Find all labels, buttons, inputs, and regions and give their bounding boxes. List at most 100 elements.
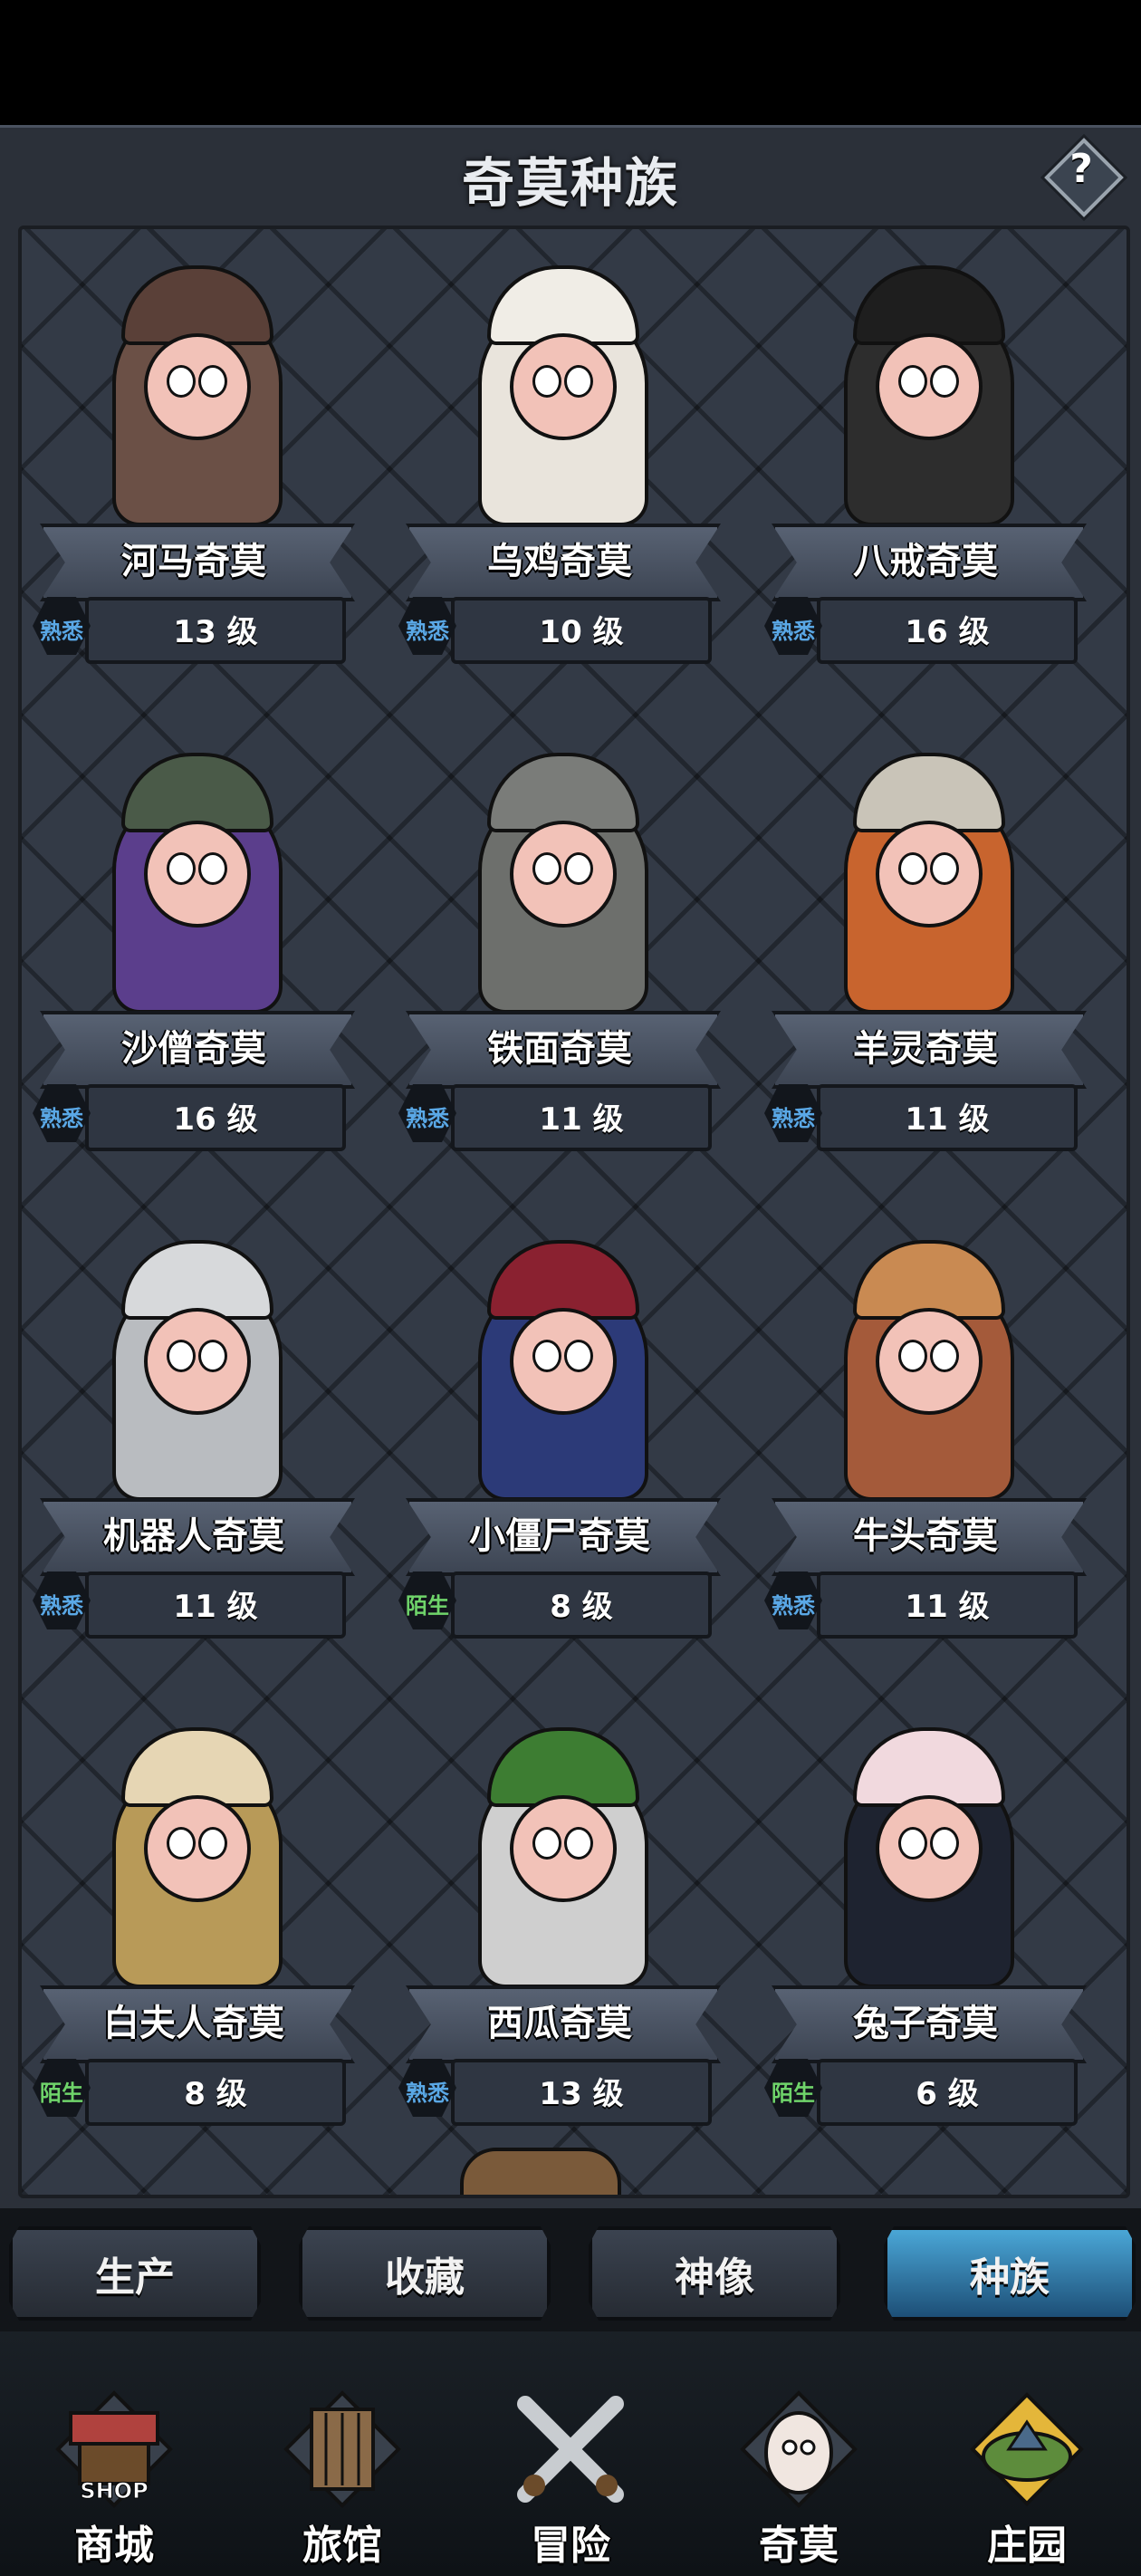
- tab-statue[interactable]: 神像: [589, 2226, 840, 2321]
- race-card[interactable]: 机器人奇莫 11 级 熟悉: [22, 1204, 366, 1639]
- character-eye: [532, 365, 561, 398]
- familiarity-label: 陌生: [40, 2081, 83, 2106]
- main-nav-bar: SHOP 商城 旅馆 冒险 奇莫 庄园: [0, 2331, 1141, 2576]
- help-button[interactable]: ?: [1044, 138, 1124, 217]
- race-card[interactable]: 八戒奇莫 16 级 熟悉: [753, 229, 1098, 664]
- nav-crossed-swords[interactable]: 冒险: [456, 2331, 685, 2576]
- familiarity-label: 熟悉: [772, 619, 815, 644]
- character-eye: [167, 365, 196, 398]
- character-face: [510, 333, 617, 440]
- character-eye: [198, 1340, 227, 1372]
- nav-label: 冒险: [531, 2523, 610, 2569]
- character-eye: [167, 1827, 196, 1860]
- race-name: 沙僧奇莫: [121, 1028, 266, 1070]
- familiarity-label: 陌生: [772, 2081, 815, 2106]
- character-eye: [898, 365, 927, 398]
- tab-label: 种族: [970, 2254, 1050, 2301]
- character-eye: [564, 852, 593, 885]
- race-card[interactable]: 小僵尸奇莫 8 级 陌生: [388, 1204, 732, 1639]
- familiarity-label: 熟悉: [40, 1593, 83, 1619]
- race-level: 11 级: [905, 1589, 990, 1625]
- tab-production[interactable]: 生产: [9, 2226, 261, 2321]
- race-card[interactable]: 羊灵奇莫 11 级 熟悉: [753, 716, 1098, 1151]
- nav-label: 奇莫: [759, 2523, 839, 2569]
- tab-race[interactable]: 种族: [884, 2226, 1136, 2321]
- race-level: 16 级: [905, 614, 990, 650]
- nav-qimo-character[interactable]: 奇莫: [685, 2331, 913, 2576]
- race-panel: 奇莫种族 ? 河马奇莫 13 级熟悉 乌鸡奇莫 10 级熟悉 八戒奇莫 16 级熟悉 沙僧奇…: [0, 125, 1141, 2211]
- character-portrait: [442, 1222, 677, 1501]
- character-eye: [198, 1827, 227, 1860]
- race-card[interactable]: 西瓜奇莫 13 级 熟悉: [388, 1691, 732, 2126]
- race-name: 兔子奇莫: [853, 2003, 998, 2044]
- character-portrait: [808, 735, 1043, 1014]
- character-eye: [930, 852, 959, 885]
- character-portrait: [442, 735, 677, 1014]
- character-portrait: [808, 1709, 1043, 1988]
- character-eye: [198, 852, 227, 885]
- character-portrait: [442, 1709, 677, 1988]
- familiarity-label: 熟悉: [40, 1106, 83, 1131]
- character-portrait: [442, 247, 677, 526]
- race-card[interactable]: 兔子奇莫 6 级 陌生: [753, 1691, 1098, 2126]
- race-level: 16 级: [173, 1101, 258, 1138]
- character-portrait: [76, 1222, 312, 1501]
- tab-label: 生产: [95, 2254, 175, 2301]
- page-title: 奇莫种族: [461, 152, 679, 214]
- help-icon: ?: [1069, 146, 1093, 192]
- tab-label: 神像: [675, 2254, 754, 2301]
- nav-shop[interactable]: SHOP 商城: [0, 2331, 228, 2576]
- character-portrait: [76, 247, 312, 526]
- character-eye: [930, 1827, 959, 1860]
- nav-manor-island[interactable]: 庄园: [913, 2331, 1141, 2576]
- character-portrait: [76, 735, 312, 1014]
- race-name: 乌鸡奇莫: [487, 541, 632, 582]
- character-face: [876, 1795, 983, 1902]
- race-grid: 河马奇莫 13 级熟悉 乌鸡奇莫 10 级熟悉 八戒奇莫 16 级熟悉 沙僧奇莫 16 级熟悉…: [18, 226, 1130, 2198]
- race-name: 机器人奇莫: [103, 1515, 284, 1557]
- character-face: [876, 333, 983, 440]
- character-eye: [898, 1827, 927, 1860]
- character-eye: [898, 852, 927, 885]
- race-level: 10 级: [539, 614, 624, 650]
- qimo-character-icon: [735, 2386, 862, 2513]
- nav-inn[interactable]: 旅馆: [228, 2331, 456, 2576]
- nav-label: 旅馆: [302, 2523, 382, 2569]
- character-face: [144, 821, 251, 928]
- race-name: 八戒奇莫: [853, 541, 998, 582]
- character-face: [510, 1795, 617, 1902]
- race-card[interactable]: 乌鸡奇莫 10 级 熟悉: [388, 229, 732, 664]
- race-name: 河马奇莫: [121, 541, 266, 582]
- familiarity-label: 熟悉: [772, 1593, 815, 1619]
- character-face: [144, 333, 251, 440]
- manor-island-icon: [964, 2386, 1090, 2513]
- race-card[interactable]: 铁面奇莫 11 级 熟悉: [388, 716, 732, 1151]
- character-eye: [930, 365, 959, 398]
- character-eye: [898, 1340, 927, 1372]
- character-portrait: [76, 1709, 312, 1988]
- race-level: 13 级: [539, 2076, 624, 2112]
- race-name: 牛头奇莫: [853, 1515, 998, 1557]
- race-level: 6 级: [916, 2076, 979, 2112]
- race-level: 8 级: [550, 1589, 613, 1625]
- character-eye: [167, 852, 196, 885]
- tab-collection[interactable]: 收藏: [299, 2226, 551, 2321]
- bottom-tab-bar: 生产 收藏 神像 种族: [0, 2208, 1141, 2331]
- race-card[interactable]: 牛头奇莫 11 级 熟悉: [753, 1204, 1098, 1639]
- race-card[interactable]: 沙僧奇莫 16 级 熟悉: [22, 716, 366, 1151]
- race-level: 8 级: [184, 2076, 247, 2112]
- character-eye: [564, 1827, 593, 1860]
- status-bar: [0, 0, 1141, 125]
- character-face: [510, 821, 617, 928]
- race-card[interactable]: 白夫人奇莫 8 级 陌生: [22, 1691, 366, 2126]
- character-eye: [930, 1340, 959, 1372]
- character-eye: [532, 852, 561, 885]
- race-level: 11 级: [905, 1101, 990, 1138]
- race-name: 小僵尸奇莫: [469, 1515, 650, 1557]
- race-card[interactable]: 河马奇莫 13 级 熟悉: [22, 229, 366, 664]
- race-name: 铁面奇莫: [487, 1028, 632, 1070]
- race-level: 11 级: [539, 1101, 624, 1138]
- character-face: [876, 821, 983, 928]
- race-level: 11 级: [173, 1589, 258, 1625]
- inn-icon: [279, 2386, 406, 2513]
